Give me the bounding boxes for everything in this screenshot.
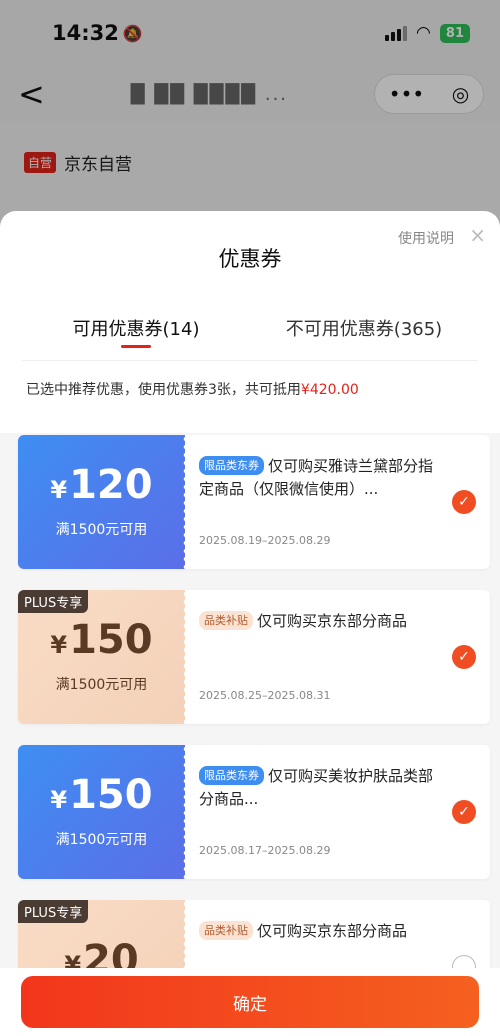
coupon-amount: ¥120 <box>50 462 153 508</box>
tab-available[interactable]: 可用优惠券(14) <box>22 291 250 360</box>
coupon-amount: ¥150 <box>50 772 153 818</box>
coupon-card[interactable]: ¥150 满1500元可用 限品类东券 仅可购买美妆护肤品类部分商品... 202… <box>18 745 490 879</box>
coupon-description: 品类补贴 仅可购买京东部分商品 <box>199 920 476 943</box>
coupon-validity: 2025.08.19–2025.08.29 <box>199 534 331 547</box>
coupon-amount: ¥150 <box>50 617 153 663</box>
coupon-description: 限品类东券 仅可购买雅诗兰黛部分指定商品（仅限微信使用）... <box>199 456 434 498</box>
check-icon[interactable]: ✓ <box>452 800 476 824</box>
coupon-value-panel: ¥120 满1500元可用 <box>18 435 186 569</box>
coupon-sheet: 优惠券 使用说明 × 可用优惠券(14) 不可用优惠券(365) 已选中推荐优惠… <box>0 211 500 1036</box>
tab-unavailable[interactable]: 不可用优惠券(365) <box>250 291 478 360</box>
coupon-description: 限品类东券 仅可购买美妆护肤品类部分商品... <box>199 766 434 808</box>
coupon-tabs: 可用优惠券(14) 不可用优惠券(365) <box>22 291 478 361</box>
summary-amount: ¥420.00 <box>300 382 359 398</box>
confirm-button[interactable]: 确定 <box>21 976 479 1028</box>
coupon-value-panel: ¥150 满1500元可用 <box>18 745 186 879</box>
plus-exclusive-badge: PLUS专享 <box>18 900 89 923</box>
coupon-type-tag: 限品类东券 <box>199 766 264 785</box>
coupon-type-tag: 品类补贴 <box>199 611 253 630</box>
sheet-footer: 确定 <box>0 968 500 1036</box>
coupon-value-panel: PLUS专享 ¥150 满1500元可用 <box>18 590 186 724</box>
coupon-condition: 满1500元可用 <box>55 832 148 848</box>
coupon-card[interactable]: PLUS专享 ¥150 满1500元可用 品类补贴 仅可购买京东部分商品 2025… <box>18 590 490 724</box>
check-icon[interactable]: ✓ <box>452 490 476 514</box>
coupon-validity: 2025.08.25–2025.08.31 <box>199 689 331 702</box>
coupon-type-tag: 限品类东券 <box>199 456 264 475</box>
plus-exclusive-badge: PLUS专享 <box>18 590 89 613</box>
tab-underline <box>121 345 151 348</box>
coupon-type-tag: 品类补贴 <box>199 921 253 940</box>
coupon-condition: 满1500元可用 <box>55 522 148 538</box>
usage-instructions-link[interactable]: 使用说明 <box>398 228 454 248</box>
coupon-condition: 满1500元可用 <box>55 677 148 693</box>
coupon-description: 品类补贴 仅可购买京东部分商品 <box>199 610 476 633</box>
coupon-validity: 2025.08.17–2025.08.29 <box>199 844 331 857</box>
coupon-card[interactable]: ¥120 满1500元可用 限品类东券 仅可购买雅诗兰黛部分指定商品（仅限微信使用… <box>18 435 490 569</box>
selection-summary: 已选中推荐优惠，使用优惠券3张，共可抵用¥420.00 <box>26 382 359 398</box>
close-icon[interactable]: × <box>469 223 486 247</box>
check-icon[interactable]: ✓ <box>452 645 476 669</box>
coupon-list[interactable]: ¥120 满1500元可用 限品类东券 仅可购买雅诗兰黛部分指定商品（仅限微信使用… <box>0 433 500 1036</box>
